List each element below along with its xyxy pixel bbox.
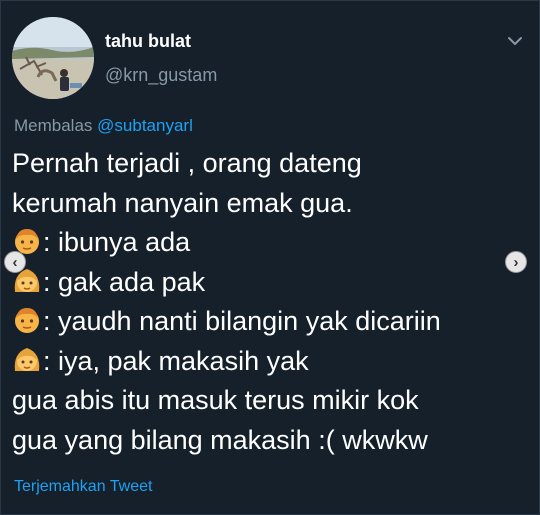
tweet-line-text: kerumah nanyain emak gua. [12,187,353,218]
tweet-line-text: : gak ada pak [43,266,206,297]
tweet-line: kerumah nanyain emak gua. [12,184,522,224]
reply-context: Membalas @subtanyarl [14,116,193,136]
tweet-line-text: : yaudh nanti bilangin yak dicariin [43,306,441,336]
avatar-photo-icon [12,17,94,99]
reply-mention-link[interactable]: @subtanyarl [97,116,193,135]
tweet-line: : gak ada pak [12,263,522,303]
next-arrow-button[interactable]: › [505,251,527,273]
tweet-line: : iya, pak makasih yak [12,342,522,382]
tweet-line: gua yang bilang makasih :( wkwkw [12,421,522,461]
man-face-icon [15,308,39,333]
tweet-line: Pernah terjadi , orang dateng [12,144,522,184]
avatar[interactable] [12,17,94,99]
tweet-line: gua abis itu masuk terus mikir kok [12,381,522,421]
reply-prefix: Membalas [14,116,93,135]
tweet-line-text: Pernah terjadi , orang dateng [12,148,362,178]
translate-tweet-link[interactable]: Terjemahkan Tweet [14,478,152,496]
tweet-line-text: gua yang bilang makasih :( wkwkw [12,424,428,455]
tweet-line: : yaudh nanti bilangin yak dicariin [12,302,522,342]
previous-arrow-button[interactable]: ‹ [4,251,26,273]
tweet-line-text: : ibunya ada [43,227,191,257]
tweet-line-text: gua abis itu masuk terus mikir kok [12,385,419,415]
display-name[interactable]: tahu bulat [105,31,191,52]
tweet-line-text: : iya, pak makasih yak [43,345,309,376]
tweet-line: : ibunya ada [12,223,522,263]
chevron-right-icon: › [513,253,519,271]
user-handle[interactable]: @krn_gustam [105,65,217,86]
chevron-left-icon: ‹ [12,253,18,271]
chevron-down-icon[interactable] [504,31,526,51]
tweet-text: Pernah terjadi , orang dateng kerumah na… [12,144,522,460]
woman-face-icon [14,347,40,371]
tweet-card: tahu bulat @krn_gustam Membalas @subtany… [0,0,540,515]
